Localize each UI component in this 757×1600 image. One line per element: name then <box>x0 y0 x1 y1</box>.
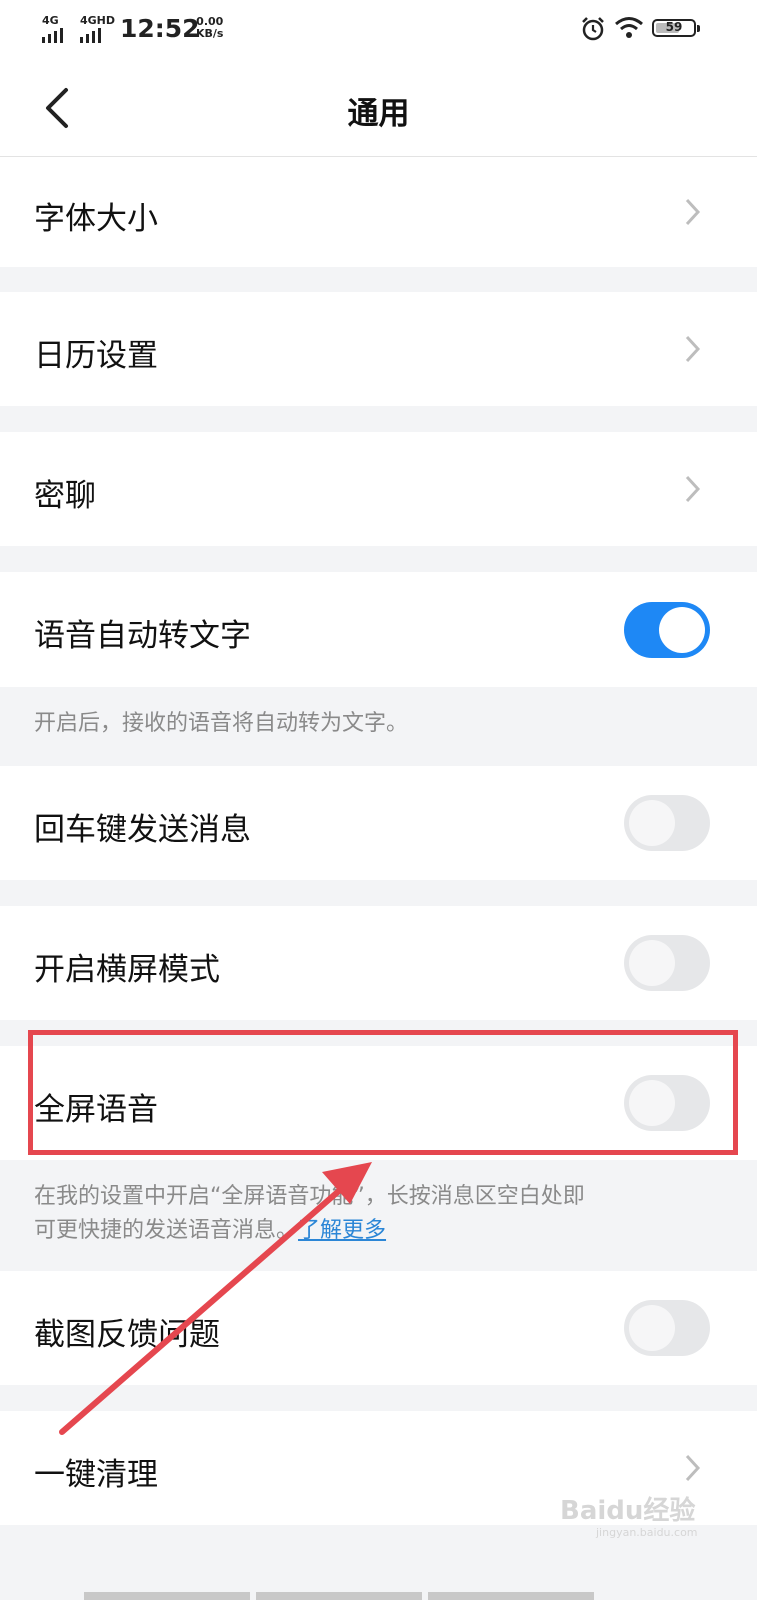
chevron-right-icon <box>685 198 701 226</box>
net-speed-unit: KB/s <box>196 27 224 40</box>
hint-line-2: 可更快捷的发送语音消息。 <box>34 1218 299 1243</box>
setting-screenshot-feedback: 截图反馈问题 <box>0 1271 757 1385</box>
screenshot-feedback-toggle[interactable] <box>624 1300 710 1356</box>
page-title: 通用 <box>347 96 410 132</box>
chevron-right-icon <box>685 475 701 503</box>
alarm-icon <box>582 17 604 41</box>
setting-label: 字体大小 <box>34 201 158 237</box>
clock: 12:52 <box>120 14 200 43</box>
setting-label: 一键清理 <box>34 1457 158 1493</box>
setting-font-size[interactable]: 字体大小 <box>0 157 757 267</box>
battery-icon: 59 <box>652 19 700 37</box>
setting-landscape: 开启横屏模式 <box>0 906 757 1020</box>
setting-label: 语音自动转文字 <box>34 618 251 654</box>
voice-to-text-hint: 开启后，接收的语音将自动转为文字。 <box>34 711 409 736</box>
setting-voice-to-text: 语音自动转文字 <box>0 572 757 687</box>
hint-line-1: 在我的设置中开启“全屏语音功能”，长按消息区空白处即 <box>34 1184 585 1209</box>
fullscreen-voice-hint: 在我的设置中开启“全屏语音功能”，长按消息区空白处即 可更快捷的发送语音消息。了… <box>34 1180 724 1248</box>
landscape-toggle[interactable] <box>624 935 710 991</box>
watermark: Baidu经验 jingyan.baidu.com <box>560 1490 698 1539</box>
battery-level: 59 <box>665 20 683 34</box>
setting-label: 日历设置 <box>34 338 158 374</box>
setting-label: 截图反馈问题 <box>34 1317 220 1353</box>
network-type-1: 4G <box>42 14 59 27</box>
setting-secret-chat[interactable]: 密聊 <box>0 432 757 546</box>
setting-label: 开启横屏模式 <box>34 952 220 988</box>
watermark-brand: Baidu经验 <box>560 1496 696 1526</box>
learn-more-link[interactable]: 了解更多 <box>298 1218 386 1243</box>
nav-bar: 通用 <box>0 60 757 157</box>
setting-calendar[interactable]: 日历设置 <box>0 292 757 406</box>
wifi-icon <box>615 17 643 38</box>
status-bar: 4G 4GHD 12:52 0.00 KB/s 59 <box>0 0 757 60</box>
setting-enter-send: 回车键发送消息 <box>0 766 757 880</box>
signal-bars-icon <box>42 28 63 43</box>
signal-bars-icon <box>80 28 101 43</box>
setting-label: 密聊 <box>34 478 96 514</box>
setting-label: 回车键发送消息 <box>34 812 251 848</box>
net-speed: 0.00 KB/s <box>196 16 223 40</box>
network-type-2: 4GHD <box>80 14 116 27</box>
bottom-edge <box>84 1592 594 1600</box>
chevron-right-icon <box>685 335 701 363</box>
watermark-url: jingyan.baidu.com <box>596 1526 698 1539</box>
enter-send-toggle[interactable] <box>624 795 710 851</box>
annotation-highlight-box <box>28 1030 738 1155</box>
voice-to-text-toggle[interactable] <box>624 602 710 658</box>
chevron-right-icon <box>685 1454 701 1482</box>
